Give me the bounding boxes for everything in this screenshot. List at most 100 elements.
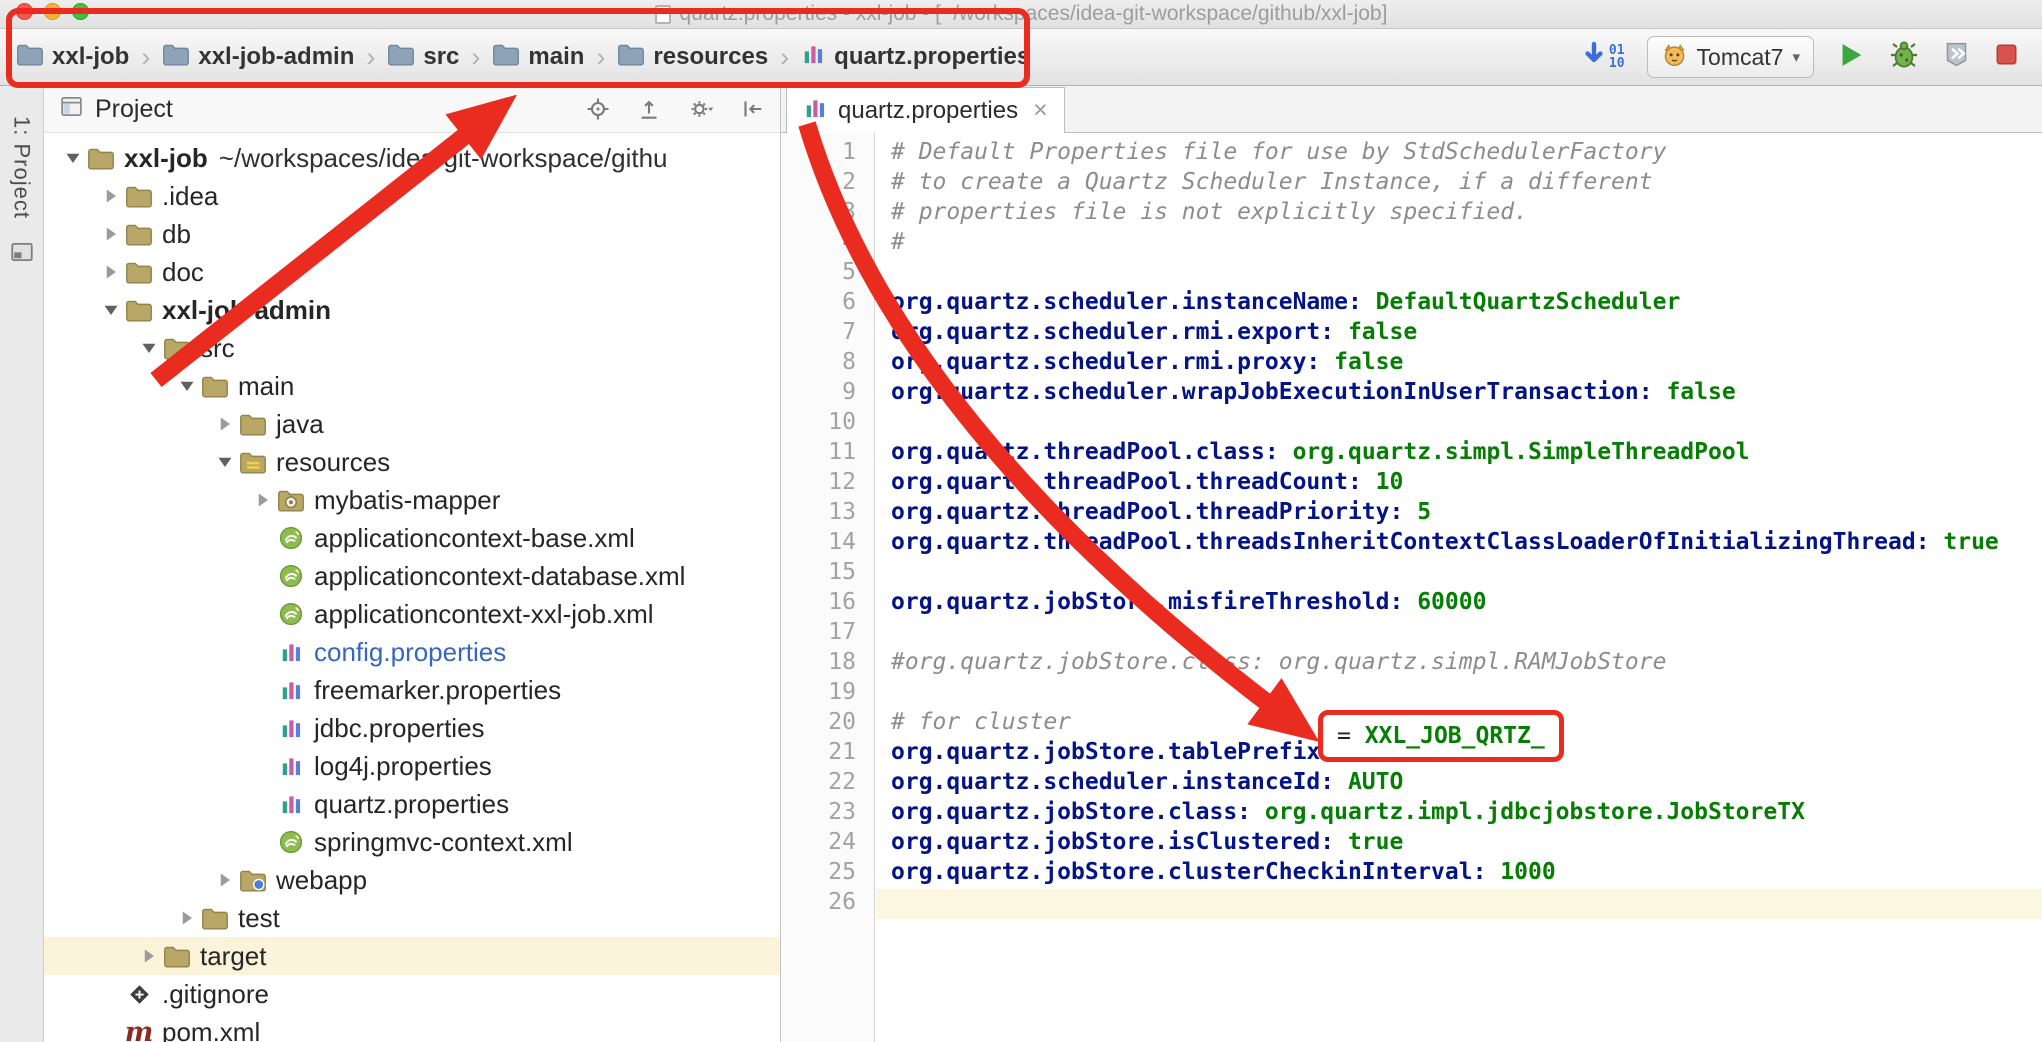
coverage-button[interactable] — [1942, 40, 1971, 74]
tree-item-applicationcontext-base-xml[interactable]: applicationcontext-base.xml — [44, 519, 780, 557]
tree-item-label: db — [162, 219, 191, 250]
editor-code[interactable]: # Default Properties file for use by Std… — [876, 133, 2042, 1042]
tree-item-doc[interactable]: doc — [44, 253, 780, 291]
breadcrumb-item-main[interactable]: main — [492, 42, 584, 72]
code-line-1[interactable]: # Default Properties file for use by Std… — [876, 139, 2042, 169]
code-line-25[interactable]: org.quartz.jobStore.clusterCheckinInterv… — [876, 859, 2042, 889]
minimize-window-icon[interactable] — [44, 3, 61, 20]
chevron-expanded-icon[interactable] — [174, 376, 200, 396]
tree-item-freemarker-properties[interactable]: freemarker.properties — [44, 671, 780, 709]
tree-item-webapp[interactable]: webapp — [44, 861, 780, 899]
editor-body[interactable]: 1234567891011121314151617181920212223242… — [781, 133, 2042, 1042]
tree-item-resources[interactable]: resources — [44, 443, 780, 481]
tree-item-quartz-properties[interactable]: quartz.properties — [44, 785, 780, 823]
tree-item-applicationcontext-xxl-job-xml[interactable]: applicationcontext-xxl-job.xml — [44, 595, 780, 633]
chevron-collapsed-icon[interactable] — [98, 186, 124, 206]
folder-crumb-icon — [16, 42, 44, 72]
code-line-8[interactable]: org.quartz.scheduler.rmi.proxy: false — [876, 349, 2042, 379]
code-line-14[interactable]: org.quartz.threadPool.threadsInheritCont… — [876, 529, 2042, 559]
property-key: org.quartz.jobStore.clusterCheckinInterv… — [891, 859, 1486, 885]
tree-item-main[interactable]: main — [44, 367, 780, 405]
code-line-6[interactable]: org.quartz.scheduler.instanceName: Defau… — [876, 289, 2042, 319]
chevron-collapsed-icon[interactable] — [98, 224, 124, 244]
code-line-19[interactable] — [876, 679, 2042, 709]
line-number: 24 — [781, 829, 874, 859]
tree-item-idea[interactable]: .idea — [44, 177, 780, 215]
tree-item-test[interactable]: test — [44, 899, 780, 937]
properties-icon — [276, 640, 306, 665]
chevron-expanded-icon[interactable] — [136, 338, 162, 358]
code-line-9[interactable]: org.quartz.scheduler.wrapJobExecutionInU… — [876, 379, 2042, 409]
run-configuration-selector[interactable]: Tomcat7 ▾ — [1647, 36, 1814, 78]
breadcrumb-item-quartz-properties[interactable]: quartz.properties — [801, 42, 1030, 72]
project-panel-toolbar — [586, 96, 765, 122]
tree-item-gitignore[interactable]: .gitignore — [44, 975, 780, 1013]
chevron-collapsed-icon[interactable] — [98, 262, 124, 282]
chevron-expanded-icon[interactable] — [60, 148, 86, 168]
code-line-26[interactable] — [876, 889, 2042, 919]
tree-item-mybatis-mapper[interactable]: mybatis-mapper — [44, 481, 780, 519]
tree-item-jdbc-properties[interactable]: jdbc.properties — [44, 709, 780, 747]
code-line-24[interactable]: org.quartz.jobStore.isClustered: true — [876, 829, 2042, 859]
property-key: org.quartz.threadPool.class: — [891, 439, 1279, 465]
code-line-3[interactable]: # properties file is not explicitly spec… — [876, 199, 2042, 229]
tree-item-label: resources — [276, 447, 390, 478]
chevron-expanded-icon[interactable] — [212, 452, 238, 472]
code-line-5[interactable] — [876, 259, 2042, 289]
property-value: false — [1653, 379, 1736, 405]
chevron-collapsed-icon[interactable] — [212, 870, 238, 890]
line-number: 1 — [781, 139, 874, 169]
code-line-4[interactable]: # — [876, 229, 2042, 259]
close-window-icon[interactable] — [16, 3, 33, 20]
code-line-11[interactable]: org.quartz.threadPool.class: org.quartz.… — [876, 439, 2042, 469]
hide-panel-icon[interactable] — [741, 97, 765, 121]
tab-quartz-properties[interactable]: quartz.properties × — [786, 87, 1065, 133]
chevron-collapsed-icon[interactable] — [136, 946, 162, 966]
code-line-17[interactable] — [876, 619, 2042, 649]
tree-item-pom-xml[interactable]: mpom.xml — [44, 1013, 780, 1042]
run-button[interactable] — [1836, 40, 1866, 75]
chevron-collapsed-icon[interactable] — [174, 908, 200, 928]
code-line-23[interactable]: org.quartz.jobStore.class: org.quartz.im… — [876, 799, 2042, 829]
spring-xml-icon — [276, 601, 306, 627]
breadcrumb-item-resources[interactable]: resources — [617, 42, 768, 72]
code-line-22[interactable]: org.quartz.scheduler.instanceId: AUTO — [876, 769, 2042, 799]
tree-item-java[interactable]: java — [44, 405, 780, 443]
collapse-all-icon[interactable] — [637, 97, 661, 121]
tree-item-xxl-job[interactable]: xxl-job ~/workspaces/idea-git-workspace/… — [44, 139, 780, 177]
code-line-18[interactable]: #org.quartz.jobStore.class: org.quartz.s… — [876, 649, 2042, 679]
chevron-collapsed-icon[interactable] — [212, 414, 238, 434]
breadcrumb-item-src[interactable]: src — [387, 42, 459, 72]
window-title: quartz.properties - xxl-job - [~/workspa… — [680, 2, 1388, 26]
chevron-expanded-icon[interactable] — [98, 300, 124, 320]
code-line-10[interactable] — [876, 409, 2042, 439]
code-line-15[interactable] — [876, 559, 2042, 589]
code-line-2[interactable]: # to create a Quartz Scheduler Instance,… — [876, 169, 2042, 199]
folder-crumb-icon — [162, 42, 190, 72]
stop-button[interactable] — [1993, 41, 2020, 73]
code-line-16[interactable]: org.quartz.jobStore.misfireThreshold: 60… — [876, 589, 2042, 619]
code-line-13[interactable]: org.quartz.threadPool.threadPriority: 5 — [876, 499, 2042, 529]
debug-button[interactable] — [1888, 39, 1920, 76]
locate-icon[interactable] — [586, 97, 610, 121]
breadcrumb-separator: › — [471, 42, 480, 73]
tree-item-log4j-properties[interactable]: log4j.properties — [44, 747, 780, 785]
tree-item-target[interactable]: target — [44, 937, 780, 975]
code-line-12[interactable]: org.quartz.threadPool.threadCount: 10 — [876, 469, 2042, 499]
tree-item-applicationcontext-database-xml[interactable]: applicationcontext-database.xml — [44, 557, 780, 595]
chevron-collapsed-icon[interactable] — [250, 490, 276, 510]
tree-item-xxl-job-admin[interactable]: xxl-job-admin — [44, 291, 780, 329]
breadcrumb-item-xxl-job-admin[interactable]: xxl-job-admin — [162, 42, 354, 72]
code-line-7[interactable]: org.quartz.scheduler.rmi.export: false — [876, 319, 2042, 349]
tree-item-src[interactable]: src — [44, 329, 780, 367]
jump-to-line-indicator[interactable]: 01 10 — [1582, 41, 1625, 74]
tree-item-springmvc-context-xml[interactable]: springmvc-context.xml — [44, 823, 780, 861]
tree-item-db[interactable]: db — [44, 215, 780, 253]
property-value: false — [1320, 349, 1403, 375]
close-tab-icon[interactable]: × — [1033, 98, 1048, 123]
settings-gear-icon[interactable] — [688, 96, 714, 122]
fullscreen-window-icon[interactable] — [72, 3, 89, 20]
project-tool-window-button[interactable]: 1: Project — [9, 116, 35, 219]
tree-item-config-properties[interactable]: config.properties — [44, 633, 780, 671]
breadcrumb-item-xxl-job[interactable]: xxl-job — [16, 42, 129, 72]
